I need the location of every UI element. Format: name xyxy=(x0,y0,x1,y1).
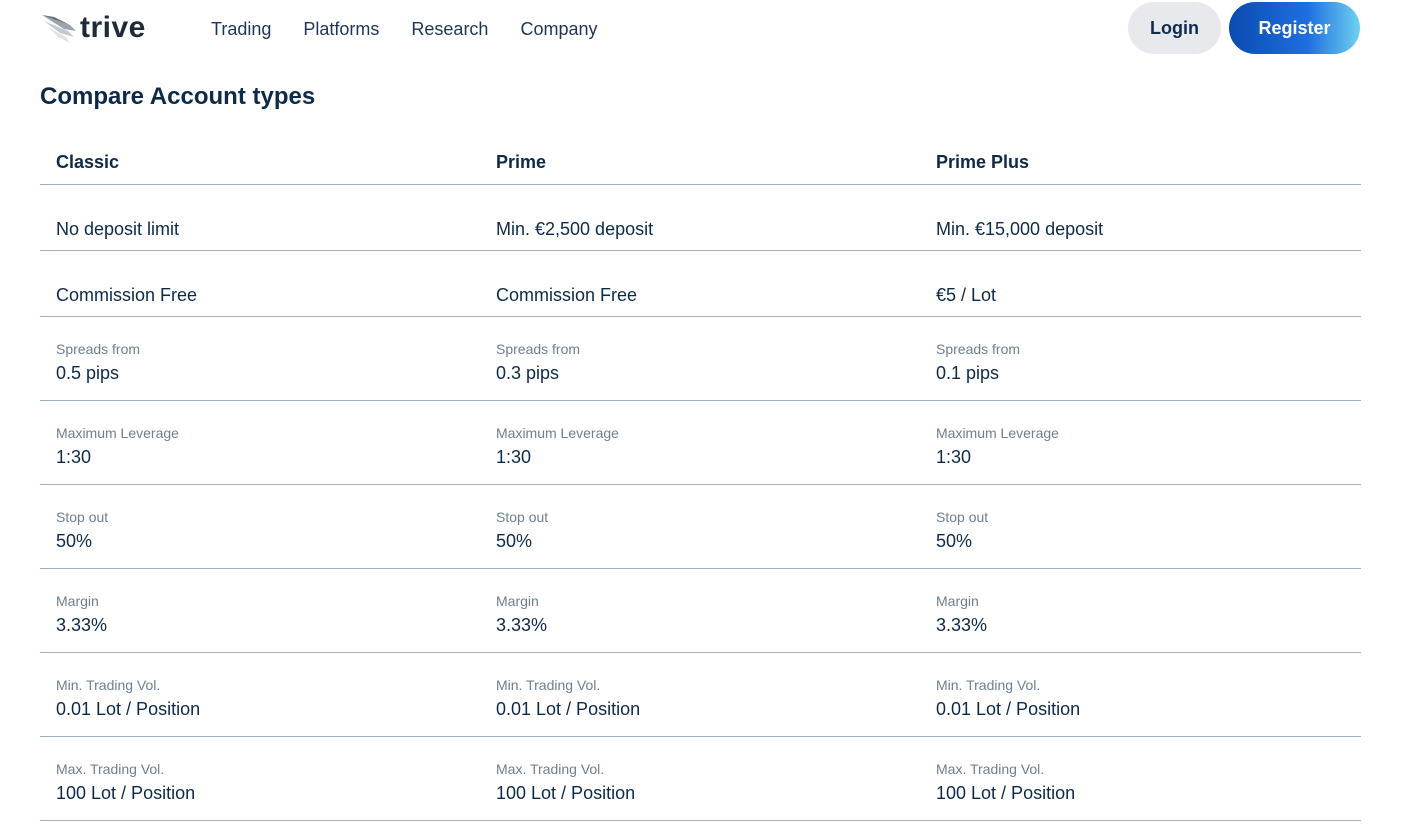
row-value: 0.1 pips xyxy=(936,363,1000,383)
register-button[interactable]: Register xyxy=(1229,2,1360,54)
row-label: Max. Trading Vol. xyxy=(56,761,165,777)
site-header: trive Trading Platforms Research Company… xyxy=(0,0,1420,60)
nav-trading[interactable]: Trading xyxy=(211,18,271,40)
table-row: Spreads from 0.5 pips Spreads from 0.3 p… xyxy=(40,317,1361,401)
table-cell: Min. €2,500 deposit xyxy=(496,219,654,239)
row-label: Margin xyxy=(936,593,979,609)
row-value: 1:30 xyxy=(56,447,92,467)
row-label: Stop out xyxy=(936,509,989,525)
table-row: Commission Free Commission Free €5 / Lot xyxy=(40,251,1361,317)
row-label: Min. Trading Vol. xyxy=(56,677,161,693)
row-label: Min. Trading Vol. xyxy=(936,677,1041,693)
account-comparison-table: Classic Prime Prime Plus No deposit limi… xyxy=(40,140,1361,821)
row-value: 50% xyxy=(496,531,533,551)
row-value: 50% xyxy=(56,531,93,551)
row-label: Spreads from xyxy=(496,341,581,357)
nav-research[interactable]: Research xyxy=(411,18,488,40)
table-row: No deposit limit Min. €2,500 deposit Min… xyxy=(40,185,1361,251)
row-label: Stop out xyxy=(496,509,549,525)
logo-text: trive xyxy=(80,11,146,44)
row-value: 3.33% xyxy=(936,615,988,635)
wing-logo-icon xyxy=(42,15,76,43)
row-value: 0.3 pips xyxy=(496,363,560,383)
row-label: Max. Trading Vol. xyxy=(936,761,1045,777)
table-cell: €5 / Lot xyxy=(936,285,997,305)
table-row: Stop out 50% Stop out 50% Stop out 50% xyxy=(40,485,1361,569)
row-value: 3.33% xyxy=(496,615,548,635)
row-value: 3.33% xyxy=(56,615,108,635)
row-label: Margin xyxy=(496,593,539,609)
nav-platforms[interactable]: Platforms xyxy=(303,18,379,40)
table-cell: Commission Free xyxy=(496,285,638,305)
row-value: 50% xyxy=(936,531,973,551)
row-value: 100 Lot / Position xyxy=(56,783,196,803)
table-header-row: Classic Prime Prime Plus xyxy=(40,140,1361,185)
nav-company[interactable]: Company xyxy=(520,18,597,40)
row-label: Maximum Leverage xyxy=(496,425,619,441)
row-label: Spreads from xyxy=(56,341,141,357)
row-value: 1:30 xyxy=(496,447,532,467)
column-header-prime-plus: Prime Plus xyxy=(936,152,1030,172)
row-label: Maximum Leverage xyxy=(936,425,1059,441)
row-value: 100 Lot / Position xyxy=(936,783,1076,803)
row-value: 0.01 Lot / Position xyxy=(936,699,1081,719)
row-label: Stop out xyxy=(56,509,109,525)
table-row: Min. Trading Vol. 0.01 Lot / Position Mi… xyxy=(40,653,1361,737)
row-value: 0.01 Lot / Position xyxy=(56,699,201,719)
row-label: Margin xyxy=(56,593,99,609)
row-value: 0.5 pips xyxy=(56,363,120,383)
table-cell: Commission Free xyxy=(56,285,198,305)
table-cell: No deposit limit xyxy=(56,219,180,239)
row-label: Max. Trading Vol. xyxy=(496,761,605,777)
row-label: Spreads from xyxy=(936,341,1021,357)
main-nav: Trading Platforms Research Company xyxy=(211,18,630,40)
login-button[interactable]: Login xyxy=(1128,2,1221,54)
table-row: Margin 3.33% Margin 3.33% Margin 3.33% xyxy=(40,569,1361,653)
column-header-classic: Classic xyxy=(56,152,120,172)
trive-logo[interactable]: trive xyxy=(40,10,146,46)
row-label: Maximum Leverage xyxy=(56,425,179,441)
row-value: 100 Lot / Position xyxy=(496,783,636,803)
row-value: 1:30 xyxy=(936,447,972,467)
table-row: Max. Trading Vol. 100 Lot / Position Max… xyxy=(40,737,1361,821)
row-label: Min. Trading Vol. xyxy=(496,677,601,693)
table-row: Maximum Leverage 1:30 Maximum Leverage 1… xyxy=(40,401,1361,485)
column-header-prime: Prime xyxy=(496,152,547,172)
table-cell: Min. €15,000 deposit xyxy=(936,219,1104,239)
row-value: 0.01 Lot / Position xyxy=(496,699,641,719)
page-title: Compare Account types xyxy=(40,83,316,110)
